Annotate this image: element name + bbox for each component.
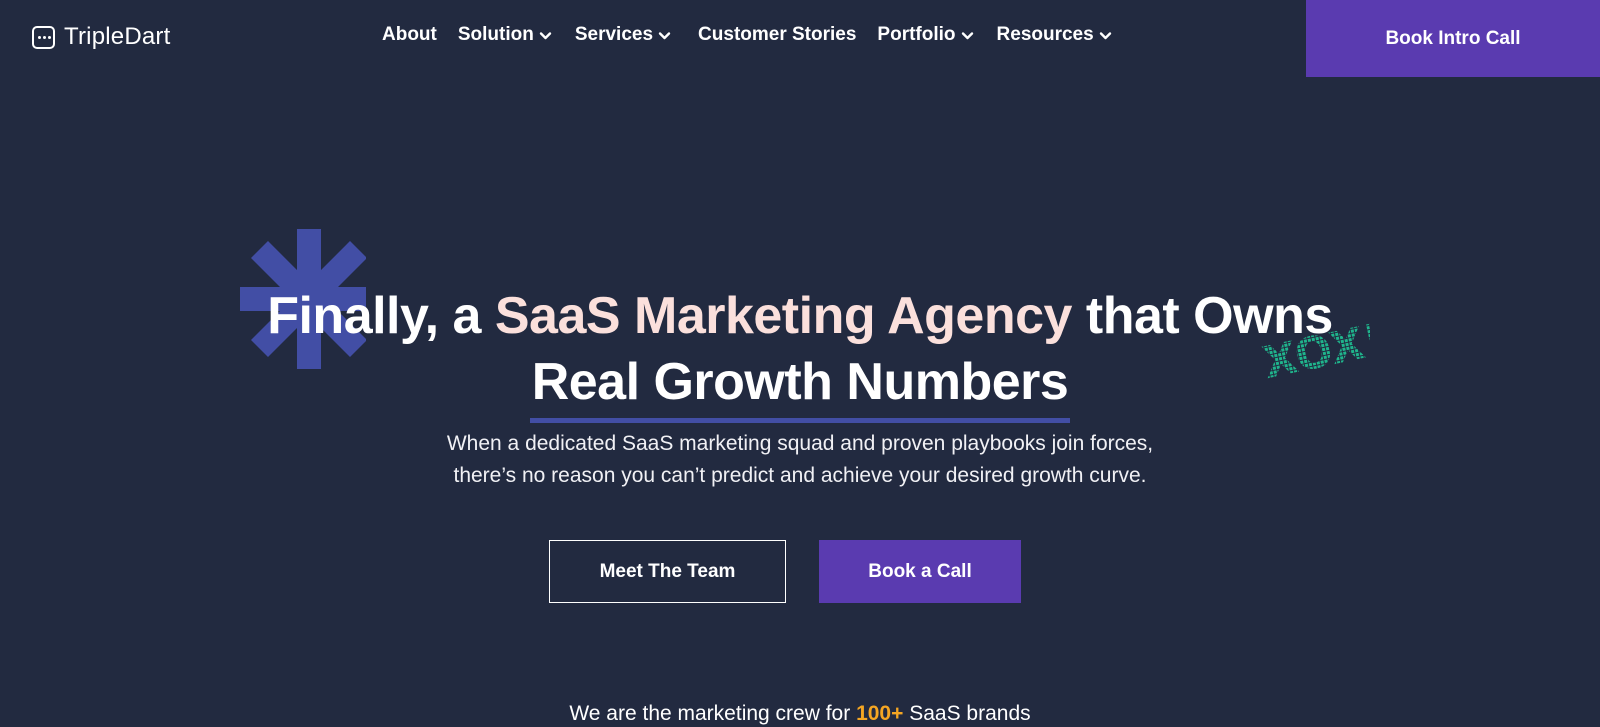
clients-text-before: We are the marketing crew for	[569, 702, 857, 725]
nav-label: Solution	[457, 24, 534, 45]
clients-text-after: SaaS brands	[903, 702, 1031, 725]
hero-subtitle-line: there’s no reason you can’t predict and …	[453, 464, 1147, 487]
nav-item-customer-stories[interactable]: Customer Stories	[698, 24, 856, 46]
hero-subtitle-line: When a dedicated SaaS marketing squad an…	[446, 432, 1154, 455]
clients-count-number: 100+	[856, 702, 904, 725]
hero-title-accent: SaaS Marketing Agency	[494, 287, 1073, 345]
brand-name: TripleDart	[64, 23, 171, 50]
hero-title-line-1: Finally, a SaaS Marketing Agency that Ow…	[0, 283, 1600, 349]
book-intro-call-button[interactable]: Book Intro Call	[1306, 0, 1600, 77]
nav-item-resources[interactable]: Resources	[997, 24, 1112, 46]
nav-item-solution[interactable]: Solution	[458, 24, 552, 46]
clients-count-text: We are the marketing crew for 100+ SaaS …	[0, 702, 1600, 726]
nav-item-about[interactable]: About	[382, 24, 437, 46]
nav-label: About	[382, 24, 437, 45]
nav-label: Resources	[996, 24, 1094, 45]
nav-label: Services	[574, 24, 654, 45]
chat-dots-icon	[32, 25, 55, 49]
hero-title-underlined: Real Growth Numbers	[529, 349, 1070, 423]
page: TripleDart About Solution Services Custo…	[0, 0, 1600, 727]
site-header: TripleDart About Solution Services Custo…	[0, 0, 1600, 77]
brand-logo[interactable]: TripleDart	[32, 23, 170, 51]
chevron-down-icon	[1099, 29, 1112, 42]
chevron-down-icon	[539, 29, 552, 42]
nav-item-portfolio[interactable]: Portfolio	[877, 24, 973, 46]
nav-item-services[interactable]: Services	[575, 24, 671, 46]
chevron-down-icon	[961, 29, 974, 42]
hero-title-part: that Owns	[1071, 287, 1333, 345]
nav-label: Portfolio	[877, 24, 956, 45]
meet-the-team-button[interactable]: Meet The Team	[549, 540, 786, 603]
hero-subtitle: When a dedicated SaaS marketing squad an…	[0, 428, 1600, 492]
nav-label: Customer Stories	[698, 24, 857, 45]
hero-title: Finally, a SaaS Marketing Agency that Ow…	[0, 283, 1600, 423]
main-nav: About Solution Services Customer Stories…	[382, 24, 1112, 46]
hero-title-part: Finally, a	[267, 287, 495, 345]
book-a-call-button[interactable]: Book a Call	[819, 540, 1021, 603]
hero-title-line-2: Real Growth Numbers	[0, 349, 1600, 423]
chevron-down-icon	[658, 29, 671, 42]
